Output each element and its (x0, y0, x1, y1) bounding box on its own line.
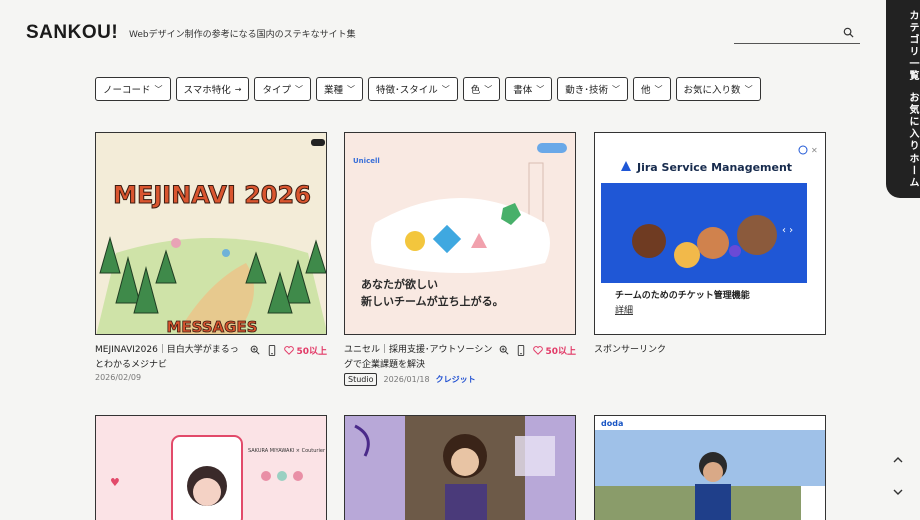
filter-color[interactable]: 色 ﹀ (462, 77, 501, 101)
site-header: SANKOU! Webデザイン制作の参考になる国内のステキなサイト集 (0, 0, 880, 70)
like-count[interactable]: 50以上 (533, 344, 576, 357)
card-actions: 50以上 (494, 343, 576, 357)
scroll-up-icon[interactable] (890, 452, 906, 468)
site-thumbnail[interactable]: Unicell あなたが欲しい 新しいチームが立ち上がる。 (344, 132, 576, 335)
filter-label: 色 (470, 85, 481, 96)
thumb-line1: あなたが欲しい (361, 277, 438, 291)
filter-label: お気に入り数 (683, 85, 741, 96)
search-box[interactable] (734, 24, 860, 45)
filter-nocode[interactable]: ノーコード ﹀ (95, 77, 171, 101)
card-actions: 50以上 (245, 343, 327, 357)
ad-brand: Jira Service Management (636, 161, 792, 174)
site-thumbnail[interactable]: SAKURA MIYAWAKI × Couturier ♥ (95, 415, 327, 520)
filter-label: スマホ特化 (183, 85, 231, 96)
chevron-down-icon: ﹀ (536, 84, 545, 94)
filter-label: 書体 (513, 85, 533, 96)
unicell-illustration: Unicell あなたが欲しい 新しいチームが立ち上がる。 (345, 133, 575, 334)
side-tab-categories[interactable]: カテゴリ一覧 (886, 10, 920, 82)
card-title[interactable]: ユニセル｜採用支援･アウトソーシングで企業課題を解決 (344, 343, 494, 373)
heart-icon (284, 345, 295, 355)
ad-caption: チームのためのチケット管理機能 (615, 289, 750, 301)
filter-smartphone[interactable]: スマホ特化 → (175, 77, 250, 101)
card-meta: 2026/02/09 (95, 373, 141, 382)
card-title[interactable]: MEJINAVI2026｜目白大学がまるっとわかるメジナビ (95, 343, 245, 373)
site-thumbnail[interactable]: MEJINAVI 2026 MESSAGES (95, 132, 327, 335)
smartphone-icon[interactable] (268, 344, 276, 356)
thumbnail-image: doda (595, 416, 825, 520)
site-logo[interactable]: SANKOU! (26, 22, 118, 44)
thumb-brand: Unicell (353, 157, 380, 165)
like-count-label: 50以上 (545, 346, 576, 357)
smartphone-icon[interactable] (517, 344, 525, 356)
svg-text:♥: ♥ (110, 476, 120, 489)
side-tab-home[interactable]: ホーム (886, 153, 920, 189)
ad-thumbnail[interactable]: Jira Service Management ✕ ‹ › チームのためのチケッ… (594, 132, 826, 335)
side-navigation: カテゴリ一覧 お気に入り ホーム (886, 0, 920, 198)
card-meta: Studio 2026/01/18 クレジット (344, 373, 476, 386)
thumb-brand: doda (601, 419, 623, 428)
mejinavi-illustration: MEJINAVI 2026 MESSAGES (96, 133, 326, 335)
svg-text:✕: ✕ (811, 146, 818, 155)
card-date: 2026/01/18 (383, 375, 430, 384)
filter-bar: ノーコード ﹀ スマホ特化 → タイプ ﹀ 業種 ﹀ 特徴･スタイル ﹀ 色 ﹀ 書体 ﹀ 動… (95, 77, 761, 101)
thumb-footer: MESSAGES (166, 318, 257, 335)
chevron-down-icon: ﹀ (654, 84, 663, 94)
filter-industry[interactable]: 業種 ﹀ (315, 77, 363, 101)
thumb-headline: MEJINAVI 2026 (113, 181, 311, 209)
svg-text:‹ ›: ‹ › (782, 225, 793, 236)
chevron-down-icon: ﹀ (744, 84, 753, 94)
like-count-label: 50以上 (296, 346, 327, 357)
like-count[interactable]: 50以上 (284, 344, 327, 357)
chevron-down-icon: ﹀ (346, 84, 355, 94)
filter-style[interactable]: 特徴･スタイル ﹀ (367, 77, 458, 101)
filter-label: 動き･技術 (565, 85, 609, 96)
thumbnail-image (345, 416, 575, 520)
filter-label: 特徴･スタイル (375, 85, 438, 96)
filter-motion[interactable]: 動き･技術 ﹀ (557, 77, 629, 101)
scroll-down-icon[interactable] (890, 484, 906, 500)
thumb-line2: 新しいチームが立ち上がる。 (361, 294, 504, 308)
filter-type[interactable]: タイプ ﹀ (254, 77, 311, 101)
chevron-down-icon: ﹀ (612, 84, 621, 94)
site-thumbnail[interactable]: doda (594, 415, 826, 520)
zoom-icon[interactable] (499, 345, 509, 355)
thumb-caption: SAKURA MIYAWAKI × Couturier (248, 448, 326, 454)
ad-link: 詳細 (615, 304, 633, 316)
arrow-right-icon: → (234, 84, 242, 94)
filter-label: 他 (641, 85, 651, 96)
side-tab-favorites[interactable]: お気に入り (886, 92, 920, 152)
platform-tag[interactable]: Studio (344, 373, 378, 386)
filter-label: ノーコード (103, 85, 151, 96)
heart-icon (533, 345, 544, 355)
chevron-down-icon: ﹀ (484, 84, 493, 94)
search-icon[interactable] (843, 27, 854, 38)
filter-label: 業種 (323, 85, 343, 96)
search-input[interactable] (734, 27, 834, 45)
credit-link[interactable]: クレジット (436, 374, 476, 385)
zoom-icon[interactable] (250, 345, 260, 355)
site-thumbnail[interactable] (344, 415, 576, 520)
filter-font[interactable]: 書体 ﹀ (505, 77, 553, 101)
chevron-down-icon: ﹀ (154, 84, 163, 94)
jira-ad: Jira Service Management ✕ ‹ › チームのためのチケッ… (595, 133, 825, 334)
card-date: 2026/02/09 (95, 373, 142, 382)
sponsor-label: スポンサーリンク (594, 345, 667, 355)
thumbnail-image: SAKURA MIYAWAKI × Couturier ♥ (96, 416, 326, 520)
chevron-down-icon: ﹀ (441, 84, 450, 94)
filter-favorites-count[interactable]: お気に入り数 ﹀ (675, 77, 761, 101)
filter-other[interactable]: 他 ﹀ (633, 77, 671, 101)
chevron-down-icon: ﹀ (294, 84, 303, 94)
filter-label: タイプ (262, 85, 291, 96)
site-tagline: Webデザイン制作の参考になる国内のステキなサイト集 (129, 30, 356, 40)
